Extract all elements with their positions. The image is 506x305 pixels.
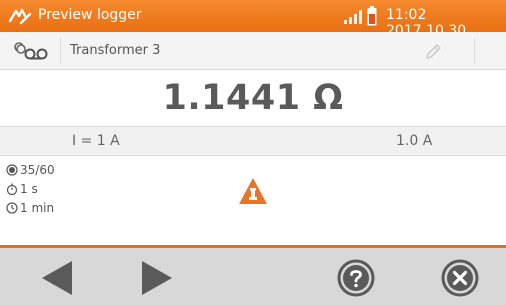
window-title: Preview logger — [38, 7, 142, 23]
title-bar: Preview logger 11:02 2017.10.30 — [0, 0, 506, 39]
current-row: I = 1 A 1.0 A — [0, 126, 506, 156]
stopwatch-icon — [6, 183, 18, 196]
resistance-value: 1.1441 Ω — [162, 78, 344, 118]
help-icon[interactable] — [336, 258, 376, 298]
measured-current: 1.0 A — [396, 133, 433, 149]
logger-info: 35/60 1 s 1 min — [0, 157, 506, 245]
next-icon[interactable] — [136, 258, 176, 298]
result-panel: 1.1441 Ω — [0, 71, 506, 125]
interval-row: 1 s — [6, 182, 38, 196]
clock-icon — [6, 202, 18, 214]
warning-icon — [239, 178, 267, 204]
logger-name: Transformer 3 — [70, 43, 161, 58]
bottom-toolbar — [0, 245, 506, 305]
memory-icon — [6, 164, 18, 176]
edit-divider — [474, 38, 475, 64]
logger-icon — [14, 42, 48, 60]
duration-value: 1 min — [20, 201, 55, 215]
duration-row: 1 min — [6, 201, 54, 215]
name-divider — [60, 38, 61, 64]
set-current: I = 1 A — [72, 133, 120, 149]
logger-name-bar: Transformer 3 — [0, 32, 506, 70]
memory-row: 35/60 — [6, 163, 55, 177]
memory-value: 35/60 — [20, 163, 55, 177]
battery-icon — [367, 6, 377, 26]
interval-value: 1 s — [20, 182, 38, 196]
prev-icon[interactable] — [38, 258, 78, 298]
close-icon[interactable] — [440, 258, 480, 298]
meter-logo-icon — [8, 8, 32, 25]
pencil-icon[interactable] — [423, 42, 443, 62]
signal-icon — [344, 10, 362, 24]
